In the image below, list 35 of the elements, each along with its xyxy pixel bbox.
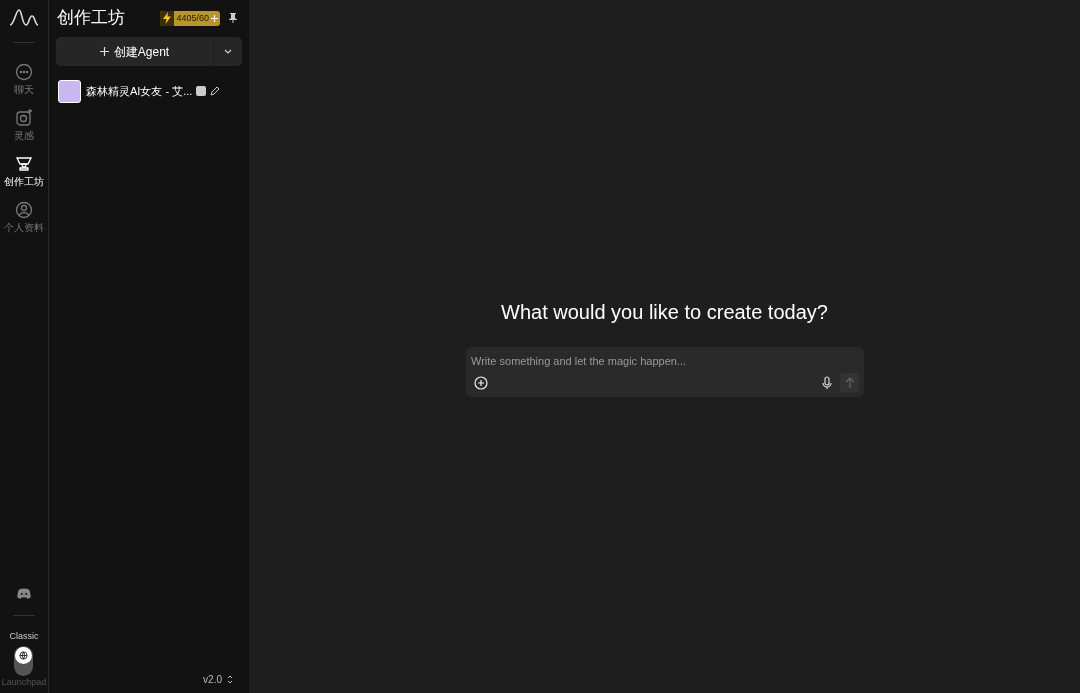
status-icon	[196, 86, 207, 96]
mode-toggle[interactable]	[14, 645, 34, 676]
pin-icon[interactable]	[229, 13, 237, 23]
nav-item[interactable]: 聊天	[1, 63, 47, 95]
mode-label: Classic	[9, 630, 39, 643]
create-agent-button[interactable]: 创建Agent	[56, 37, 242, 66]
logo-icon[interactable]	[9, 8, 39, 28]
microphone-icon[interactable]	[822, 375, 832, 390]
prompt-field[interactable]: Write something and let the magic happen...	[466, 347, 864, 397]
credits-badge[interactable]: 4405/60	[160, 10, 220, 26]
prompt-input[interactable]: Write something and let the magic happen...	[471, 354, 859, 368]
trophy-icon	[15, 155, 33, 173]
avatar-image	[58, 79, 81, 103]
up-arrow-icon	[844, 377, 855, 388]
version-label[interactable]: v2.0	[203, 672, 222, 687]
main-heading: What would you like to create today?	[501, 300, 828, 325]
up-down-chevron-icon[interactable]	[227, 675, 233, 684]
discord-icon[interactable]	[17, 588, 31, 599]
pencil-icon[interactable]	[210, 86, 221, 96]
globe-icon	[19, 650, 29, 660]
user-circle-icon	[15, 201, 33, 219]
chat-bubble-icon	[15, 63, 33, 81]
plus-icon	[99, 47, 109, 56]
mode-label: Launchpad	[1, 675, 47, 689]
plus-icon[interactable]	[211, 14, 218, 22]
nav-item[interactable]: 灵感	[1, 109, 47, 141]
lightning-icon	[162, 12, 173, 24]
nav-item[interactable]: 创作工坊	[1, 155, 47, 187]
agent-item[interactable]: 森林精灵AI女友 - 艾...	[56, 78, 242, 104]
create-agent-label: 创建Agent	[113, 43, 170, 61]
nav-item[interactable]: 个人资料	[1, 201, 47, 233]
add-icon[interactable]	[474, 375, 488, 390]
panel-title: 创作工坊	[57, 7, 125, 30]
chevron-down-icon[interactable]	[224, 49, 232, 54]
camera-icon	[15, 109, 33, 127]
